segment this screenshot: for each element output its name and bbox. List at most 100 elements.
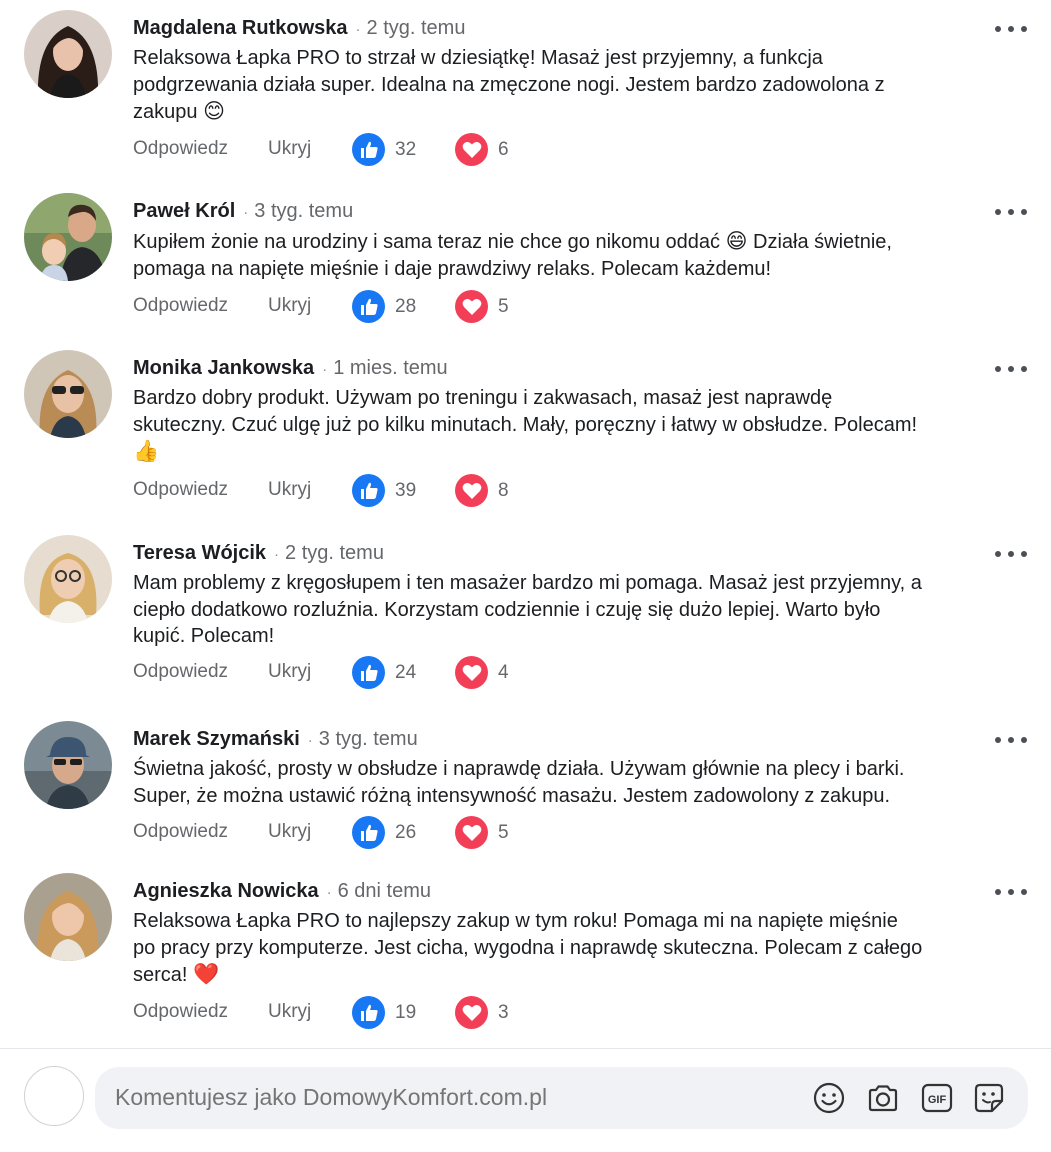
thumbs-up-icon <box>352 816 385 849</box>
like-count: 24 <box>395 661 417 683</box>
love-count: 6 <box>498 138 509 160</box>
comment-text-content: Relaksowa Łapka PRO to strzał w dziesiąt… <box>133 47 885 123</box>
like-count: 39 <box>395 479 417 501</box>
comment-header: Monika Jankowska · 1 mies. temu <box>133 356 448 382</box>
love-reaction[interactable]: 5 <box>455 290 509 323</box>
comment-time[interactable]: 3 tyg. temu <box>254 200 353 222</box>
reply-link[interactable]: Odpowiedz <box>133 479 228 501</box>
heart-emoji-icon: ❤️ <box>193 962 220 986</box>
like-reaction[interactable]: 28 <box>352 290 416 323</box>
reply-link[interactable]: Odpowiedz <box>133 1001 228 1023</box>
author-name[interactable]: Agnieszka Nowicka <box>133 880 319 902</box>
author-name[interactable]: Marek Szymański <box>133 728 300 750</box>
composer-avatar[interactable] <box>24 1066 84 1126</box>
separator-dot: · <box>274 546 280 563</box>
avatar[interactable] <box>24 721 112 809</box>
comment-header: Agnieszka Nowicka · 6 dni temu <box>133 879 431 905</box>
sticker-icon[interactable] <box>972 1081 1006 1115</box>
comment-text-content: Bardzo dobry produkt. Używam po treningu… <box>133 387 918 436</box>
comment-time[interactable]: 6 dni temu <box>338 880 431 902</box>
composer-divider <box>0 1048 1051 1049</box>
love-count: 5 <box>498 295 509 317</box>
comment-header: Paweł Król · 3 tyg. temu <box>133 199 353 225</box>
heart-icon <box>455 816 488 849</box>
love-reaction[interactable]: 8 <box>455 474 509 507</box>
like-reaction[interactable]: 39 <box>352 474 416 507</box>
love-count: 3 <box>498 1001 509 1023</box>
more-options-icon[interactable] <box>995 364 1027 374</box>
thumbs-up-emoji-icon: 👍 <box>133 439 160 463</box>
hide-link[interactable]: Ukryj <box>268 138 311 160</box>
comment-text-content: Mam problemy z kręgosłupem i ten masażer… <box>133 572 922 647</box>
love-reaction[interactable]: 6 <box>455 133 509 166</box>
more-options-icon[interactable] <box>995 735 1027 745</box>
comment-header: Magdalena Rutkowska · 2 tyg. temu <box>133 16 465 42</box>
avatar[interactable] <box>24 10 112 98</box>
thumbs-up-icon <box>352 290 385 323</box>
author-name[interactable]: Paweł Król <box>133 200 235 222</box>
comment-text: Relaksowa Łapka PRO to najlepszy zakup w… <box>133 908 923 989</box>
heart-icon <box>455 996 488 1029</box>
avatar[interactable] <box>24 193 112 281</box>
heart-icon <box>455 133 488 166</box>
comment-actions: Odpowiedz Ukryj 32 6 <box>133 133 653 167</box>
thumbs-up-icon <box>352 474 385 507</box>
comment-time[interactable]: 2 tyg. temu <box>367 17 466 39</box>
like-count: 28 <box>395 295 417 317</box>
comment-time[interactable]: 2 tyg. temu <box>285 542 384 564</box>
comment-text: Mam problemy z kręgosłupem i ten masażer… <box>133 570 923 650</box>
comment-composer[interactable]: GIF <box>95 1067 1028 1129</box>
heart-icon <box>455 474 488 507</box>
separator-dot: · <box>322 361 328 378</box>
more-options-icon[interactable] <box>995 24 1027 34</box>
grin-emoji-icon: 😄 <box>725 229 748 253</box>
comment-header: Marek Szymański · 3 tyg. temu <box>133 727 418 753</box>
comment-text-content: Kupiłem żonie na urodziny i sama teraz n… <box>133 231 720 253</box>
comment-text: Bardzo dobry produkt. Używam po treningu… <box>133 385 923 466</box>
like-reaction[interactable]: 24 <box>352 656 416 689</box>
hide-link[interactable]: Ukryj <box>268 1001 311 1023</box>
author-name[interactable]: Teresa Wójcik <box>133 542 266 564</box>
smile-emoji-icon: 😊 <box>203 99 225 123</box>
camera-icon[interactable] <box>866 1081 900 1115</box>
comment-text: Świetna jakość, prosty w obsłudze i napr… <box>133 756 923 809</box>
comment-time[interactable]: 3 tyg. temu <box>319 728 418 750</box>
love-reaction[interactable]: 4 <box>455 656 509 689</box>
reply-link[interactable]: Odpowiedz <box>133 661 228 683</box>
reply-link[interactable]: Odpowiedz <box>133 821 228 843</box>
hide-link[interactable]: Ukryj <box>268 479 311 501</box>
thumbs-up-icon <box>352 996 385 1029</box>
svg-text:GIF: GIF <box>928 1094 947 1106</box>
thumbs-up-icon <box>352 133 385 166</box>
more-options-icon[interactable] <box>995 887 1027 897</box>
comment-actions: Odpowiedz Ukryj 19 3 <box>133 996 653 1030</box>
smiley-icon[interactable] <box>812 1081 846 1115</box>
more-options-icon[interactable] <box>995 549 1027 559</box>
gif-icon[interactable]: GIF <box>920 1081 954 1115</box>
avatar[interactable] <box>24 873 112 961</box>
love-reaction[interactable]: 3 <box>455 996 509 1029</box>
comment-text: Relaksowa Łapka PRO to strzał w dziesiąt… <box>133 45 923 126</box>
avatar[interactable] <box>24 535 112 623</box>
separator-dot: · <box>243 204 249 221</box>
separator-dot: · <box>326 884 332 901</box>
comment-input[interactable] <box>115 1084 765 1111</box>
hide-link[interactable]: Ukryj <box>268 821 311 843</box>
more-options-icon[interactable] <box>995 207 1027 217</box>
hide-link[interactable]: Ukryj <box>268 295 311 317</box>
comment-text-content: Świetna jakość, prosty w obsłudze i napr… <box>133 758 905 807</box>
avatar[interactable] <box>24 350 112 438</box>
comment-header: Teresa Wójcik · 2 tyg. temu <box>133 541 384 567</box>
author-name[interactable]: Magdalena Rutkowska <box>133 17 348 39</box>
author-name[interactable]: Monika Jankowska <box>133 357 314 379</box>
love-count: 4 <box>498 661 509 683</box>
reply-link[interactable]: Odpowiedz <box>133 295 228 317</box>
comment-time[interactable]: 1 mies. temu <box>333 357 447 379</box>
like-reaction[interactable]: 26 <box>352 816 416 849</box>
thumbs-up-icon <box>352 656 385 689</box>
like-reaction[interactable]: 32 <box>352 133 416 166</box>
hide-link[interactable]: Ukryj <box>268 661 311 683</box>
like-reaction[interactable]: 19 <box>352 996 416 1029</box>
reply-link[interactable]: Odpowiedz <box>133 138 228 160</box>
love-reaction[interactable]: 5 <box>455 816 509 849</box>
